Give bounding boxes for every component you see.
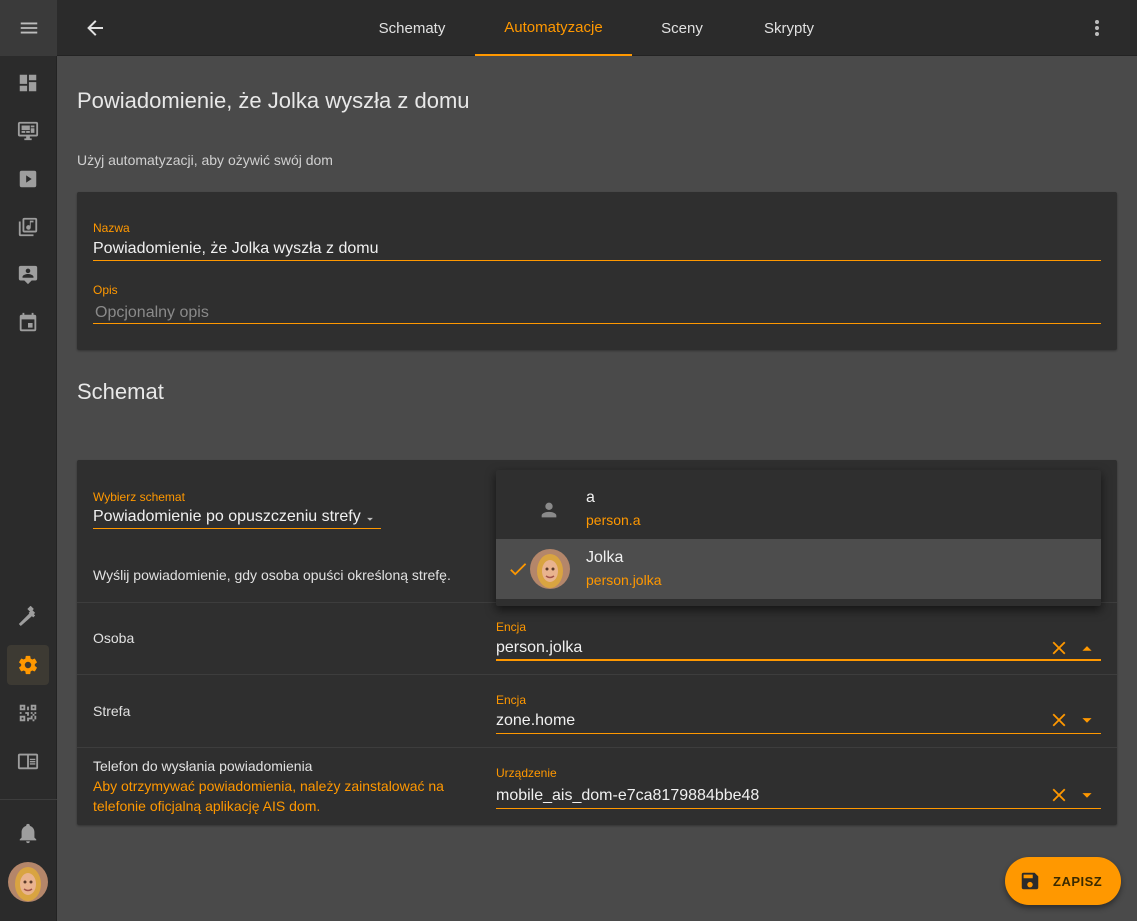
person-toggle-button[interactable] xyxy=(1076,637,1098,659)
option-title: Jolka xyxy=(586,549,624,566)
gear-icon xyxy=(19,655,37,675)
account-icon xyxy=(541,502,557,518)
description-input[interactable]: Opcjonalny opis xyxy=(95,304,209,322)
menu-toggle-button[interactable] xyxy=(0,0,57,56)
device-input[interactable]: mobile_ais_dom-e7ca8179884bbe48 xyxy=(496,787,759,805)
sidebar-item-developer-tools[interactable] xyxy=(7,597,49,637)
menu-down-icon xyxy=(1082,718,1092,723)
blueprint-select-label: Wybierz schemat xyxy=(93,490,185,504)
check-icon xyxy=(510,563,527,576)
name-field-label: Nazwa xyxy=(93,221,130,235)
person-avatar-icon xyxy=(530,549,570,589)
device-toggle-button[interactable] xyxy=(1076,784,1098,806)
row-divider xyxy=(77,674,1117,675)
account-box-icon xyxy=(18,265,38,285)
calendar-icon xyxy=(19,312,37,332)
dots-vertical-icon xyxy=(1095,20,1099,36)
close-icon xyxy=(1052,641,1066,655)
tab-automatyzacje[interactable]: Automatyzacje xyxy=(475,0,632,56)
sidebar-item-notifications[interactable] xyxy=(7,813,49,853)
sidebar-item-overview[interactable] xyxy=(7,63,49,103)
save-button[interactable]: ZAPISZ xyxy=(1005,857,1121,905)
entity-dropdown-list: a person.a Jolka person.jolka xyxy=(496,470,1101,606)
option-avatar xyxy=(530,549,570,589)
blueprint-description: Wyślij powiadomienie, gdy osoba opuści o… xyxy=(93,567,451,583)
dashboard-icon xyxy=(19,74,37,92)
tab-schematy[interactable]: Schematy xyxy=(367,0,457,56)
zone-entity-input[interactable]: zone.home xyxy=(496,712,575,730)
list-item[interactable]: Jolka person.jolka xyxy=(496,539,1101,599)
page-title: Powiadomienie, że Jolka wyszła z domu xyxy=(77,88,470,113)
monitor-dashboard-icon xyxy=(17,121,39,141)
zone-toggle-button[interactable] xyxy=(1076,709,1098,731)
device-clear-button[interactable] xyxy=(1048,784,1070,806)
hamburger-icon xyxy=(20,22,37,34)
zone-entity-label: Encja xyxy=(496,693,527,707)
menu-up-icon xyxy=(1082,646,1092,651)
bell-icon xyxy=(19,823,37,844)
person-clear-button[interactable] xyxy=(1048,637,1070,659)
book-open-icon xyxy=(17,753,39,770)
description-underline xyxy=(93,323,1101,324)
qrcode-icon xyxy=(19,704,37,722)
avatar[interactable] xyxy=(8,862,48,902)
option-subtitle: person.a xyxy=(586,512,641,528)
sidebar-item-settings[interactable] xyxy=(7,645,49,685)
blueprint-section-title: Schemat xyxy=(77,379,164,404)
close-icon xyxy=(1052,713,1066,727)
sidebar-item-media[interactable] xyxy=(7,159,49,199)
music-library-icon xyxy=(18,217,38,237)
sidebar-item-qr[interactable] xyxy=(7,693,49,733)
sidebar-divider xyxy=(0,799,57,800)
menu-down-icon[interactable] xyxy=(363,512,377,526)
blueprint-select-underline xyxy=(93,528,381,529)
name-input[interactable]: Powiadomienie, że Jolka wyszła z domu xyxy=(93,240,378,258)
tab-sceny[interactable]: Sceny xyxy=(647,0,717,56)
hammer-icon xyxy=(18,606,36,626)
back-button[interactable] xyxy=(83,16,107,40)
sidebar-item-book[interactable] xyxy=(7,741,49,781)
automation-info-card: Nazwa Powiadomienie, że Jolka wyszła z d… xyxy=(77,192,1117,350)
person-underline xyxy=(496,659,1101,661)
zone-row-label: Strefa xyxy=(93,703,131,719)
person-row-label: Osoba xyxy=(93,630,135,646)
phone-row-note: Aby otrzymywać powiadomienia, należy zai… xyxy=(93,778,444,814)
user-avatar-icon xyxy=(8,862,48,902)
play-box-icon xyxy=(19,170,37,188)
top-app-bar: Schematy Automatyzacje Sceny Skrypty xyxy=(57,0,1137,56)
device-underline xyxy=(496,808,1101,809)
option-subtitle: person.jolka xyxy=(586,572,662,588)
save-button-label: ZAPISZ xyxy=(1053,873,1103,889)
menu-down-icon xyxy=(1082,793,1092,798)
sidebar-item-music[interactable] xyxy=(7,207,49,247)
close-icon xyxy=(1052,788,1066,802)
zone-underline xyxy=(496,733,1101,734)
tab-skrypty[interactable]: Skrypty xyxy=(751,0,827,56)
content-save-icon xyxy=(1021,872,1039,890)
description-field-label: Opis xyxy=(93,283,118,297)
option-title: a xyxy=(586,489,595,506)
sidebar-item-person[interactable] xyxy=(7,255,49,295)
list-item[interactable]: a person.a xyxy=(496,480,1101,540)
device-label: Urządzenie xyxy=(496,766,557,780)
name-underline xyxy=(93,260,1101,261)
blueprint-select[interactable]: Powiadomienie po opuszczeniu strefy xyxy=(93,508,361,526)
row-divider xyxy=(77,747,1117,748)
person-entity-label: Encja xyxy=(496,620,527,634)
phone-row-label: Telefon do wysłania powiadomienia xyxy=(93,758,313,774)
page-description: Użyj automatyzacji, aby ożywić swój dom xyxy=(77,152,333,168)
arrow-left-icon xyxy=(87,20,103,36)
sidebar-item-calendar[interactable] xyxy=(7,303,49,343)
sidebar-item-monitor[interactable] xyxy=(7,111,49,151)
person-entity-input[interactable]: person.jolka xyxy=(496,639,582,657)
sidebar xyxy=(0,0,57,921)
overflow-menu-button[interactable] xyxy=(1085,16,1109,40)
zone-clear-button[interactable] xyxy=(1048,709,1070,731)
